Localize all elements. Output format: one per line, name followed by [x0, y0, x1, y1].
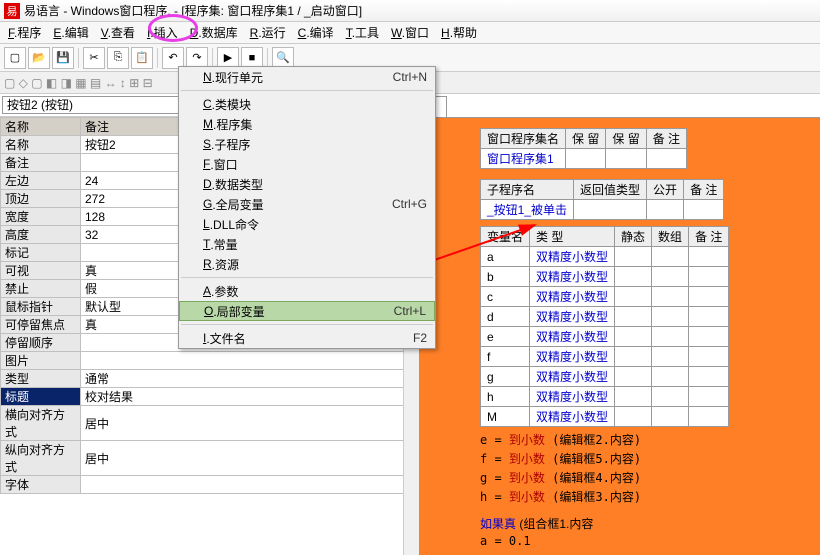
code-line-if: 如果真 (组合框1.内容: [480, 515, 810, 532]
tab-strip: [420, 94, 820, 118]
menu-item-f[interactable]: F.窗口: [179, 154, 435, 174]
code-area: 窗口程序集名保 留保 留备 注 窗口程序集1 子程序名返回值类型公开备 注 _按…: [420, 118, 820, 555]
code-line: f = 到小数 (编辑框5.内容): [480, 450, 810, 467]
subroutine-table: 子程序名返回值类型公开备 注 _按钮1_被单击: [480, 179, 724, 220]
menu-e[interactable]: E.编辑: [47, 22, 94, 43]
menu-t[interactable]: T.工具: [340, 22, 385, 43]
menu-item-l[interactable]: L.DLL命令: [179, 214, 435, 234]
prop-header-name: 名称: [1, 118, 81, 136]
prop-row[interactable]: 类型通常: [1, 370, 419, 388]
code-line: g = 到小数 (编辑框4.内容): [480, 469, 810, 486]
menu-item-m[interactable]: M.程序集: [179, 114, 435, 134]
menu-item-t[interactable]: T.常量: [179, 234, 435, 254]
var-row[interactable]: h双精度小数型: [481, 387, 729, 407]
var-row[interactable]: c双精度小数型: [481, 287, 729, 307]
menu-item-g[interactable]: G.全局变量Ctrl+G: [179, 194, 435, 214]
menu-item-c[interactable]: C.类模块: [179, 94, 435, 114]
menu-w[interactable]: W.窗口: [385, 22, 435, 43]
menu-item-o[interactable]: O.局部变量Ctrl+L: [179, 301, 435, 321]
menu-i[interactable]: I.插入: [141, 22, 184, 43]
var-row[interactable]: f双精度小数型: [481, 347, 729, 367]
window-title: 易语言 - Windows窗口程序. - [程序集: 窗口程序集1 / _启动窗…: [24, 2, 362, 19]
menu-item-d[interactable]: D.数据类型: [179, 174, 435, 194]
prop-row[interactable]: 字体: [1, 476, 419, 494]
menu-d[interactable]: D.数据库: [184, 22, 244, 43]
menu-item-n[interactable]: N.现行单元Ctrl+N: [179, 67, 435, 87]
menu-f[interactable]: F.程序: [2, 22, 47, 43]
title-bar: 易 易语言 - Windows窗口程序. - [程序集: 窗口程序集1 / _启…: [0, 0, 820, 22]
prop-row[interactable]: 图片: [1, 352, 419, 370]
copy-icon[interactable]: ⎘: [107, 47, 129, 69]
prop-row[interactable]: 纵向对齐方式居中: [1, 441, 419, 476]
menu-item-a[interactable]: A.参数: [179, 281, 435, 301]
menu-r[interactable]: R.运行: [244, 22, 292, 43]
new-file-icon[interactable]: ▢: [4, 47, 26, 69]
module-table: 窗口程序集名保 留保 留备 注 窗口程序集1: [480, 128, 687, 169]
prop-row[interactable]: 横向对齐方式居中: [1, 406, 419, 441]
code-line-assign: a = 0.1: [480, 534, 810, 548]
var-row[interactable]: b双精度小数型: [481, 267, 729, 287]
menu-item-r[interactable]: R.资源: [179, 254, 435, 274]
open-file-icon[interactable]: 📂: [28, 47, 50, 69]
insert-menu-dropdown: N.现行单元Ctrl+N C.类模块M.程序集S.子程序F.窗口D.数据类型G.全…: [178, 66, 436, 349]
menu-item-i[interactable]: I.文件名F2: [179, 328, 435, 348]
var-row[interactable]: a双精度小数型: [481, 247, 729, 267]
code-line: e = 到小数 (编辑框2.内容): [480, 431, 810, 448]
toolbar2-icons: ▢ ◇ ▢ ◧ ◨ ▦ ▤ ↔ ↕ ⊞ ⊟: [4, 76, 153, 90]
var-row[interactable]: g双精度小数型: [481, 367, 729, 387]
prop-row[interactable]: 标题校对结果: [1, 388, 419, 406]
cut-icon[interactable]: ✂: [83, 47, 105, 69]
app-logo-icon: 易: [4, 3, 20, 19]
menu-item-s[interactable]: S.子程序: [179, 134, 435, 154]
variables-table: 变量名类 型静态数组备 注 a双精度小数型b双精度小数型c双精度小数型d双精度小…: [480, 226, 729, 427]
menu-c[interactable]: C.编译: [292, 22, 340, 43]
save-icon[interactable]: 💾: [52, 47, 74, 69]
code-line: h = 到小数 (编辑框3.内容): [480, 488, 810, 505]
var-row[interactable]: d双精度小数型: [481, 307, 729, 327]
menu-h[interactable]: H.帮助: [435, 22, 483, 43]
menu-bar: F.程序E.编辑V.查看I.插入D.数据库R.运行C.编译T.工具W.窗口H.帮…: [0, 22, 820, 44]
var-row[interactable]: e双精度小数型: [481, 327, 729, 347]
code-panel: 窗口程序集名保 留保 留备 注 窗口程序集1 子程序名返回值类型公开备 注 _按…: [420, 94, 820, 555]
paste-icon[interactable]: 📋: [131, 47, 153, 69]
menu-v[interactable]: V.查看: [95, 22, 141, 43]
var-row[interactable]: M双精度小数型: [481, 407, 729, 427]
